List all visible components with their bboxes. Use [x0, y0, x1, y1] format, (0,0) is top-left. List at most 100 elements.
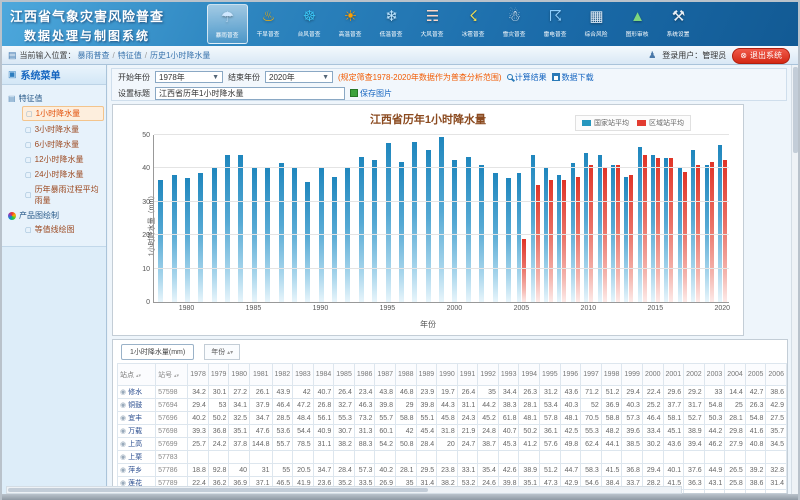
- col-header-year[interactable]: 1980: [229, 364, 250, 386]
- breadcrumb-item[interactable]: 历史1小时降水量: [150, 51, 210, 60]
- col-header-year[interactable]: 1984: [313, 364, 334, 386]
- value-cell: 26.8: [313, 399, 334, 412]
- sidebar-item-24小时降水量[interactable]: ▢24小时降水量: [22, 168, 104, 181]
- toolbar-item-暴雨普查[interactable]: ☂暴雨普查: [207, 4, 248, 44]
- radio-icon[interactable]: ◉: [120, 402, 126, 409]
- station-name-cell[interactable]: ◉铜鼓: [118, 399, 156, 412]
- radio-icon[interactable]: ◉: [120, 389, 126, 396]
- x-axis-ticks: 198019851990199520002005201020152020: [153, 305, 729, 317]
- col-header-year[interactable]: 2003: [704, 364, 725, 386]
- station-name-cell[interactable]: ◉修水: [118, 386, 156, 399]
- col-header-station-id[interactable]: 站号 ▴▾: [156, 364, 188, 386]
- sort-year-dropdown[interactable]: 年份 ▴▾: [204, 344, 240, 360]
- toolbar-item-高温普查[interactable]: ☀高温普查: [330, 4, 371, 44]
- col-header-year[interactable]: 1985: [334, 364, 355, 386]
- sidebar-group-特征值[interactable]: ▤特征值: [8, 93, 104, 104]
- chart-title-input[interactable]: [155, 87, 345, 100]
- col-header-year[interactable]: 1983: [293, 364, 314, 386]
- col-header-year[interactable]: 1986: [354, 364, 375, 386]
- end-year-select[interactable]: 2020年 ▼: [265, 71, 333, 83]
- folder-grid-icon: ▤: [8, 94, 16, 103]
- col-header-year[interactable]: 1998: [601, 364, 622, 386]
- year-range-row: 开始年份 1978年 ▼ 结束年份 2020年 ▼ (规定筛查1978-2020…: [112, 69, 786, 85]
- breadcrumb-item[interactable]: 暴雨普查: [78, 51, 110, 60]
- sidebar-item-12小时降水量[interactable]: ▢12小时降水量: [22, 153, 104, 166]
- col-header-year[interactable]: 1997: [581, 364, 602, 386]
- toolbar-item-低温普查[interactable]: ❄低温普查: [371, 4, 412, 44]
- vertical-scrollbar-thumb[interactable]: [793, 67, 798, 153]
- col-header-year[interactable]: 1982: [272, 364, 293, 386]
- calc-result-button[interactable]: 计算结果: [507, 72, 547, 83]
- breadcrumb-item[interactable]: 特征值: [118, 51, 142, 60]
- sidebar-item-1小时降水量[interactable]: ▢1小时降水量: [22, 106, 104, 121]
- col-header-year[interactable]: 1991: [457, 364, 478, 386]
- col-header-year[interactable]: 1999: [622, 364, 643, 386]
- vertical-scrollbar[interactable]: [791, 65, 798, 494]
- bar-group-2010: [582, 135, 595, 302]
- value-cell: 19.7: [437, 386, 458, 399]
- save-image-button[interactable]: 保存图片: [350, 88, 392, 99]
- col-header-year[interactable]: 1993: [498, 364, 519, 386]
- col-header-year[interactable]: 1979: [208, 364, 229, 386]
- bar-group-1999: [435, 135, 448, 302]
- col-header-year[interactable]: 2005: [745, 364, 766, 386]
- sidebar-item-6小时降水量[interactable]: ▢6小时降水量: [22, 138, 104, 151]
- start-year-select[interactable]: 1978年 ▼: [155, 71, 223, 83]
- sidebar-item-历年暴雨过程平均雨量[interactable]: ▢历年暴雨过程平均雨量: [22, 183, 104, 207]
- value-cell: 53.6: [272, 425, 293, 438]
- menu-icon: ▣: [8, 69, 17, 80]
- radio-icon[interactable]: ◉: [120, 454, 126, 461]
- metric-button[interactable]: 1小时降水量(mm): [121, 344, 194, 360]
- value-cell: 28.1: [519, 399, 540, 412]
- col-header-year[interactable]: 1990: [437, 364, 458, 386]
- col-header-year[interactable]: 1981: [250, 364, 273, 386]
- value-cell: 48.1: [519, 412, 540, 425]
- toolbar-item-冰雹普查[interactable]: ☇冰雹普查: [453, 4, 494, 44]
- toolbar-item-雷电普查[interactable]: ☈雷电普查: [535, 4, 576, 44]
- toolbar-item-台风普查[interactable]: ☸台风普查: [289, 4, 330, 44]
- data-download-button[interactable]: 数据下载: [552, 72, 594, 83]
- col-header-year[interactable]: 1994: [519, 364, 540, 386]
- col-header-year[interactable]: 2000: [642, 364, 663, 386]
- station-name-cell[interactable]: ◉宜丰: [118, 412, 156, 425]
- radio-icon[interactable]: ◉: [120, 467, 126, 474]
- station-name-cell[interactable]: ◉上高: [118, 438, 156, 451]
- toolbar-item-大风普查[interactable]: ☴大风普查: [412, 4, 453, 44]
- station-name-cell[interactable]: ◉万载: [118, 425, 156, 438]
- station-name-cell[interactable]: ◉上栗: [118, 451, 156, 464]
- col-header-year[interactable]: 2006: [766, 364, 787, 386]
- bar-group-2013: [622, 135, 635, 302]
- sidebar-group-产品图绘制[interactable]: 产品图绘制: [8, 210, 104, 221]
- value-cell: 40.2: [375, 464, 396, 477]
- value-cell: 38.9: [684, 425, 705, 438]
- sidebar-item-3小时降水量[interactable]: ▢3小时降水量: [22, 123, 104, 136]
- col-header-year[interactable]: 2004: [725, 364, 746, 386]
- col-header-year[interactable]: 1988: [396, 364, 417, 386]
- national-bar: [359, 157, 364, 302]
- sidebar-item-等值线绘图[interactable]: ▢等值线绘图: [22, 223, 104, 236]
- col-header-year[interactable]: 1995: [540, 364, 561, 386]
- drought-icon: ♨: [256, 5, 282, 29]
- y-tick-label: 40: [142, 165, 150, 172]
- toolbar-item-系统设置[interactable]: ⚒系统设置: [658, 4, 699, 44]
- col-header-year[interactable]: 1978: [188, 364, 209, 386]
- value-cell: 39.2: [745, 464, 766, 477]
- radio-icon[interactable]: ◉: [120, 441, 126, 448]
- radio-icon[interactable]: ◉: [120, 428, 126, 435]
- logout-button[interactable]: ⊗ 退出系统: [732, 48, 790, 64]
- col-header-year[interactable]: 1989: [416, 364, 437, 386]
- horizontal-scrollbar[interactable]: [6, 486, 682, 494]
- col-header-year[interactable]: 1987: [375, 364, 396, 386]
- col-header-year[interactable]: 1992: [478, 364, 499, 386]
- horizontal-scrollbar-thumb[interactable]: [8, 488, 428, 492]
- col-header-year[interactable]: 2001: [663, 364, 684, 386]
- toolbar-item-干旱普查[interactable]: ♨干旱普查: [248, 4, 289, 44]
- col-header-year[interactable]: 1996: [560, 364, 581, 386]
- col-header-year[interactable]: 2002: [684, 364, 705, 386]
- radio-icon[interactable]: ◉: [120, 415, 126, 422]
- toolbar-item-图形审核[interactable]: ▲图形审核: [617, 4, 658, 44]
- toolbar-item-综合风险[interactable]: ▦综合风险: [576, 4, 617, 44]
- station-name-cell[interactable]: ◉萍乡: [118, 464, 156, 477]
- col-header-station[interactable]: 站点 ▴▾: [118, 364, 156, 386]
- toolbar-item-雪灾普查[interactable]: ☃雪灾普查: [494, 4, 535, 44]
